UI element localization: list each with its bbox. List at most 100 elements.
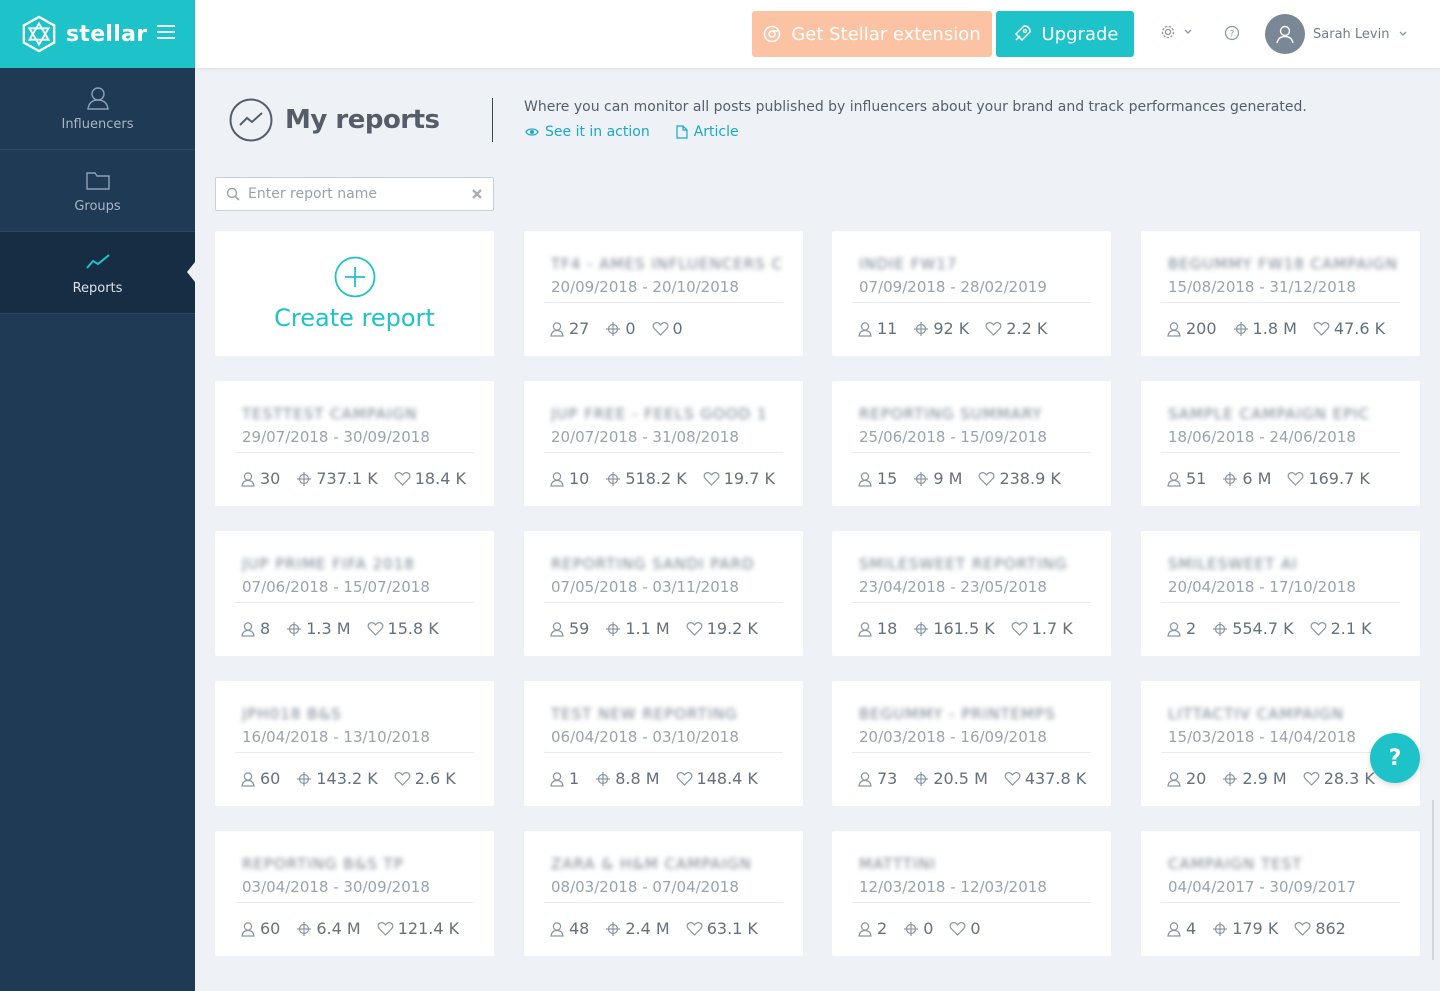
- stat-likes: 169.7 K: [1287, 469, 1370, 488]
- report-stats: 60 143.2 K 2.6 K: [240, 769, 472, 788]
- chart-line-icon: [85, 254, 110, 269]
- sidebar-item-reports[interactable]: Reports: [0, 232, 195, 314]
- influencers-icon: [1167, 471, 1181, 487]
- report-name: JUP FREE - FEELS GOOD 1: [551, 405, 768, 423]
- stat-likes: 437.8 K: [1004, 769, 1086, 788]
- report-dates: 16/04/2018 - 13/10/2018: [242, 728, 430, 746]
- report-card[interactable]: JUP FREE - FEELS GOOD 1 20/07/2018 - 31/0…: [524, 381, 803, 506]
- stat-influencers-value: 4: [1186, 919, 1197, 938]
- report-card[interactable]: INDIE FW17 07/09/2018 - 28/02/2019 11 92 K 2…: [832, 231, 1111, 356]
- stat-reach-value: 92 K: [933, 319, 970, 338]
- stat-likes-value: 0: [672, 319, 683, 338]
- heart-icon: [394, 471, 411, 486]
- report-card[interactable]: TESTTEST CAMPAIGN 29/07/2018 - 30/09/2018…: [215, 381, 494, 506]
- help-icon[interactable]: ?: [1224, 25, 1240, 45]
- report-card[interactable]: REPORTING SANDI PARD 07/05/2018 - 03/11/2…: [524, 531, 803, 656]
- reach-icon: [914, 321, 929, 336]
- report-stats: 51 6 M 169.7 K: [1166, 469, 1386, 488]
- influencers-icon: [1167, 771, 1181, 787]
- stat-reach-value: 1.3 M: [306, 619, 351, 638]
- stat-influencers: 20: [1166, 769, 1206, 788]
- sidebar-item-influencers[interactable]: Influencers: [0, 68, 195, 150]
- heart-icon: [377, 921, 394, 936]
- stat-likes-value: 2.2 K: [1006, 319, 1048, 338]
- see-in-action-link[interactable]: See it in action: [525, 124, 650, 140]
- settings-menu[interactable]: [1160, 24, 1194, 40]
- influencers-icon: [550, 921, 564, 937]
- stat-reach: 1.1 M: [605, 619, 670, 638]
- stat-influencers: 27: [549, 319, 589, 338]
- stat-influencers: 4: [1166, 919, 1196, 938]
- stat-influencers-value: 48: [569, 919, 590, 938]
- report-card[interactable]: CAMPAIGN TEST 04/04/2017 - 30/09/2017 4 179…: [1141, 831, 1420, 956]
- report-card[interactable]: REPORTING B&S TP 03/04/2018 - 30/09/2018 6…: [215, 831, 494, 956]
- report-card[interactable]: SMILESWEET REPORTING 23/04/2018 - 23/05/2…: [832, 531, 1111, 656]
- report-card[interactable]: ZARA & H&M CAMPAIGN 08/03/2018 - 07/04/20…: [524, 831, 803, 956]
- stat-reach: 20.5 M: [913, 769, 988, 788]
- stat-likes: 862: [1294, 919, 1346, 938]
- report-card[interactable]: SAMPLE CAMPAIGN EPIC 18/06/2018 - 24/06/2…: [1141, 381, 1420, 506]
- user-menu[interactable]: Sarah Levin: [1265, 14, 1409, 54]
- report-name: MATTTINI: [859, 855, 937, 873]
- report-stats: 60 6.4 M 121.4 K: [240, 919, 475, 938]
- reach-icon: [914, 621, 929, 636]
- heart-icon: [686, 621, 703, 636]
- stat-reach: 2.4 M: [605, 919, 670, 938]
- stat-reach-value: 161.5 K: [933, 619, 995, 638]
- report-card[interactable]: JPH018 B&S 16/04/2018 - 13/10/2018 60 143.2…: [215, 681, 494, 806]
- card-divider: [544, 752, 783, 753]
- stat-reach: 143.2 K: [296, 769, 378, 788]
- get-extension-button[interactable]: Get Stellar extension: [752, 11, 992, 57]
- stat-reach: 6.4 M: [296, 919, 361, 938]
- reach-icon: [297, 771, 312, 786]
- report-card[interactable]: SMILESWEET AI 20/04/2018 - 17/10/2018 2 554…: [1141, 531, 1420, 656]
- stat-reach-value: 6 M: [1242, 469, 1272, 488]
- stat-influencers-value: 11: [877, 319, 898, 338]
- close-icon[interactable]: [471, 188, 483, 200]
- stat-influencers-value: 20: [1186, 769, 1207, 788]
- stat-reach-value: 8.8 M: [615, 769, 660, 788]
- card-divider: [544, 902, 783, 903]
- stat-influencers-value: 2: [877, 919, 888, 938]
- chrome-icon: [764, 25, 781, 43]
- sidebar-item-groups[interactable]: Groups: [0, 150, 195, 232]
- report-card[interactable]: TEST NEW REPORTING 06/04/2018 - 03/10/201…: [524, 681, 803, 806]
- report-card[interactable]: REPORTING SUMMARY 25/06/2018 - 15/09/2018…: [832, 381, 1111, 506]
- stat-likes-value: 437.8 K: [1024, 769, 1087, 788]
- upgrade-button[interactable]: Upgrade: [996, 11, 1134, 57]
- reach-icon: [1213, 921, 1228, 936]
- stat-reach: 737.1 K: [296, 469, 378, 488]
- page-header: My reports Where you can monitor all pos…: [229, 98, 1429, 144]
- report-card[interactable]: BEGUMMY - PRINTEMPS 20/03/2018 - 16/09/20…: [832, 681, 1111, 806]
- article-link[interactable]: Article: [676, 124, 739, 140]
- report-card[interactable]: JUP PRIME FIFA 2018 07/06/2018 - 15/07/20…: [215, 531, 494, 656]
- stat-influencers: 200: [1166, 319, 1217, 338]
- stat-influencers: 51: [1166, 469, 1206, 488]
- report-card[interactable]: TF4 - AMES INFLUENCERS CAMPAIGN 20/09/201…: [524, 231, 803, 356]
- stat-likes: 0: [949, 919, 981, 938]
- stat-likes-value: 47.6 K: [1333, 319, 1386, 338]
- search-input[interactable]: [248, 186, 458, 202]
- article-label: Article: [693, 124, 739, 140]
- reach-icon: [1223, 471, 1238, 486]
- report-card[interactable]: BEGUMMY FW18 CAMPAIGN 15/08/2018 - 31/12/…: [1141, 231, 1420, 356]
- heart-icon: [686, 921, 703, 936]
- stat-reach-value: 9 M: [933, 469, 963, 488]
- report-dates: 20/09/2018 - 20/10/2018: [551, 278, 739, 296]
- stat-likes-value: 238.9 K: [999, 469, 1061, 488]
- report-dates: 07/06/2018 - 15/07/2018: [242, 578, 430, 596]
- help-button[interactable]: ?: [1370, 733, 1420, 783]
- hamburger-menu-icon[interactable]: [157, 25, 175, 41]
- stat-reach-value: 143.2 K: [316, 769, 378, 788]
- stat-influencers-value: 51: [1186, 469, 1207, 488]
- scrollbar[interactable]: [1432, 800, 1434, 960]
- reach-icon: [297, 471, 312, 486]
- report-card[interactable]: MATTTINI 12/03/2018 - 12/03/2018 2 0 0: [832, 831, 1111, 956]
- create-report-card[interactable]: Create report: [215, 231, 494, 356]
- report-name: REPORTING SUMMARY: [859, 405, 1043, 423]
- card-divider: [544, 602, 783, 603]
- report-stats: 2 0 0: [857, 919, 997, 938]
- heart-icon: [1294, 921, 1311, 936]
- stat-reach-value: 737.1 K: [316, 469, 378, 488]
- reach-icon: [606, 471, 621, 486]
